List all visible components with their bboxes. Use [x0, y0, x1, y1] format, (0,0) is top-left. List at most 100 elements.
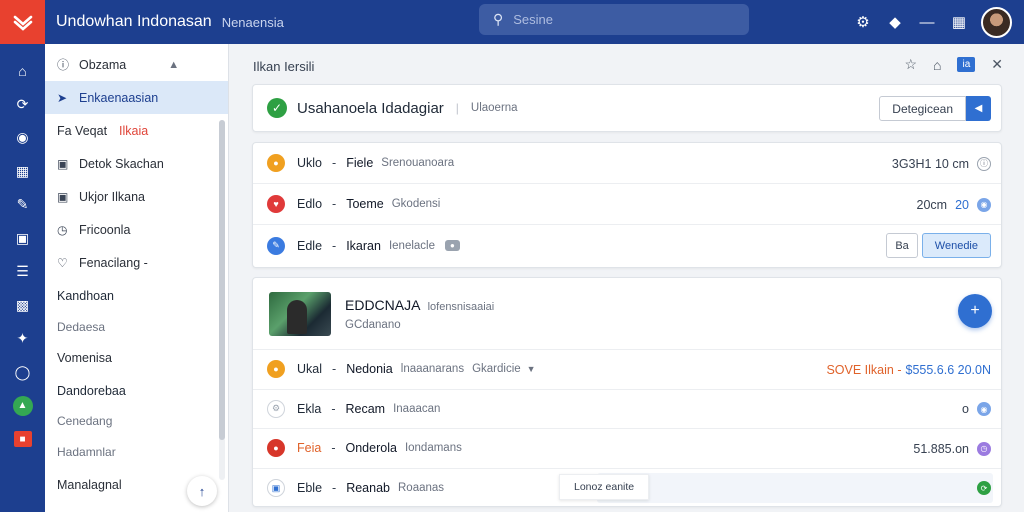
apps-icon[interactable]: ■ [0, 423, 45, 457]
sidebar-item-detok[interactable]: ▣ Detok Skachan [45, 147, 228, 180]
scroll-up-button[interactable]: ↑ [187, 476, 217, 506]
ba-button[interactable]: Ba [886, 233, 918, 258]
details-card: ● Uklo - Fiele Srenouanoara 3G3H1 10 cm … [252, 142, 1002, 268]
sidebar-scrollbar[interactable] [219, 120, 225, 480]
info-icon: ⓘ [57, 58, 70, 72]
row-key: Uklo [297, 156, 323, 170]
home-icon[interactable]: ⌂ [0, 54, 45, 88]
logo-icon [13, 15, 32, 31]
dropdown-button[interactable]: ◀ [966, 96, 991, 121]
sidebar-section-kandhoan[interactable]: Kandhoan [45, 279, 228, 312]
sidebar-item-overview[interactable]: ⓘ Obzama ▲ [45, 48, 228, 81]
list-item[interactable]: ▣ Eble - Reanab Roaanas Lonoz eanite ⟳ [253, 469, 1001, 509]
thumbnail-image[interactable] [269, 291, 331, 336]
sidebar-section-label: Dandorebaa [57, 383, 126, 398]
app-logo[interactable] [0, 0, 45, 44]
status-subtitle: Ulaoerna [470, 102, 518, 114]
media-title: EDDCNAJA lofensnisaaiai [345, 297, 494, 313]
link-icon[interactable]: ◉ [977, 402, 991, 417]
sidebar-item-hadamnlar[interactable]: Hadamnlar [45, 435, 228, 468]
sidebar-item-fenacilang[interactable]: ♡ Fenacilang - [45, 246, 228, 279]
row-measure: 20cm [916, 197, 948, 212]
clock-icon: ◷ [57, 222, 68, 237]
status-card: ✓ Usahanoela Idadagiar | Ulaoerna Detegi… [252, 84, 1002, 132]
row-desc: Srenouanoara [381, 157, 455, 169]
media-title-suffix: lofensnisaaiai [427, 300, 495, 313]
list-icon[interactable]: ☰ [0, 255, 45, 289]
app-title: Undowhan Indonasan [56, 13, 212, 30]
row-key: Eble [297, 481, 323, 496]
row-right: 20cm 20 ◉ [917, 184, 991, 225]
sidebar-section-dandorebaa[interactable]: Dandorebaa [45, 374, 228, 407]
bell-icon[interactable]: ◆ [879, 6, 911, 38]
row-measure: o [962, 402, 969, 417]
minimize-icon[interactable]: — [911, 6, 943, 38]
globe-icon[interactable]: ◉ [0, 121, 45, 155]
clock-icon[interactable]: ◷ [977, 441, 991, 456]
info-circle-icon[interactable]: ⓘ [977, 156, 991, 171]
avatar[interactable] [981, 6, 1012, 38]
row-key: Ekla [297, 401, 322, 416]
shield-icon[interactable]: ◯ [0, 356, 45, 390]
row-dash: - [332, 481, 337, 496]
search-input[interactable]: ⚲ Sesine [479, 4, 749, 35]
wenedie-button[interactable]: Wenedie [921, 233, 991, 258]
sidebar-item-active[interactable]: ➤ Enkaenaasian [45, 81, 228, 114]
home-outline-icon[interactable]: ⌂ [933, 57, 941, 73]
gear-icon[interactable]: ⚙ [847, 6, 879, 38]
dashboard-icon[interactable]: ▩ [0, 289, 45, 323]
link-icon[interactable]: ◉ [977, 197, 991, 212]
puzzle-icon[interactable]: ✦ [0, 322, 45, 356]
calendar-icon[interactable]: ▦ [943, 6, 975, 38]
refresh-icon[interactable]: ⟳ [977, 481, 991, 496]
sidebar-item-cenedang[interactable]: Cenedang [45, 407, 228, 435]
list-item[interactable]: ✎ Edle - Ikaran Ienelacle ● Ba Wenedie [253, 225, 1001, 266]
sidebar-item-vomenisa[interactable]: Vomenisa [45, 341, 228, 374]
arrow-icon: ➤ [57, 90, 68, 105]
list-item[interactable]: ● Uklo - Fiele Srenouanoara 3G3H1 10 cm … [253, 143, 1001, 184]
sidebar-item-fricoonla[interactable]: ◷ Fricoonla [45, 213, 228, 246]
breadcrumb: Ilkan Iersili ☆ ⌂ ia ✕ [253, 56, 1013, 76]
edit-icon[interactable]: ✎ [0, 188, 45, 222]
action-button-group: Detegicean ◀ [879, 96, 991, 121]
row-dash: - [331, 401, 336, 416]
close-icon[interactable]: ✕ [991, 56, 1003, 73]
status-icon[interactable]: ▲ [0, 389, 45, 423]
search-icon: ⚲ [493, 11, 504, 27]
sidebar-item-veqat[interactable]: Fa Veqat Ilkaia [45, 114, 228, 147]
list-item[interactable]: ♥ Edlo - Toeme Gkodensi 20cm 20 ◉ [253, 184, 1001, 225]
list-item[interactable]: ⚙ Ekla - Recam Inaaacan o ◉ [253, 390, 1001, 429]
row-value: Nedonia [346, 362, 393, 377]
sidebar-item-label: Enkaenaasian [79, 90, 159, 105]
sidebar-item-label: Cenedang [57, 414, 113, 428]
inbox-icon[interactable]: ▣ [0, 222, 45, 256]
tag-chip-icon[interactable]: ● [445, 240, 460, 251]
sidebar-item-label: Hadamnlar [57, 444, 116, 459]
row-dash: - [332, 156, 337, 170]
grid-icon[interactable]: ▦ [0, 155, 45, 189]
list-item[interactable]: ● Feia - Onderola Iondamans 51.885.on ◷ [253, 429, 1001, 469]
row-desc: Gkodensi [391, 198, 441, 210]
sidebar-scroll-thumb[interactable] [219, 120, 225, 440]
chevron-down-icon[interactable]: ▼ [527, 364, 536, 374]
detegicean-button[interactable]: Detegicean [879, 96, 966, 121]
sidebar-item-dedaesa[interactable]: Dedaesa [45, 312, 228, 341]
sidebar-section-label: Kandhoan [57, 288, 115, 303]
header-badge[interactable]: ia [957, 57, 976, 72]
pin-icon[interactable]: ▲ [168, 59, 179, 71]
list-item[interactable]: ● Ukal - Nedonia lnaaanarans Gkardicie ▼… [253, 350, 1001, 390]
ball-dot-icon: ● [267, 439, 285, 458]
refresh-icon[interactable]: ⟳ [0, 88, 45, 122]
sidebar-item-label: Obzama [79, 57, 127, 72]
row-highlight [597, 472, 993, 503]
star-icon[interactable]: ☆ [904, 56, 917, 73]
sidebar-item-ukjor[interactable]: ▣ Ukjor Ilkana [45, 180, 228, 213]
row-desc: Inaaacan [393, 402, 441, 415]
media-text: EDDCNAJA lofensnisaaiai GCdanano [345, 297, 494, 331]
price-value: $555.6.6 20.0N [905, 362, 992, 377]
divider: | [455, 101, 459, 115]
add-button[interactable]: + [958, 294, 992, 328]
top-actions: ⚙ ◆ — ▦ [847, 0, 1012, 44]
top-bar: Undowhan Indonasan Nenaensia ⚲ Sesine ⚙ … [0, 0, 1024, 44]
gear-dot-icon: ⚙ [267, 399, 285, 418]
